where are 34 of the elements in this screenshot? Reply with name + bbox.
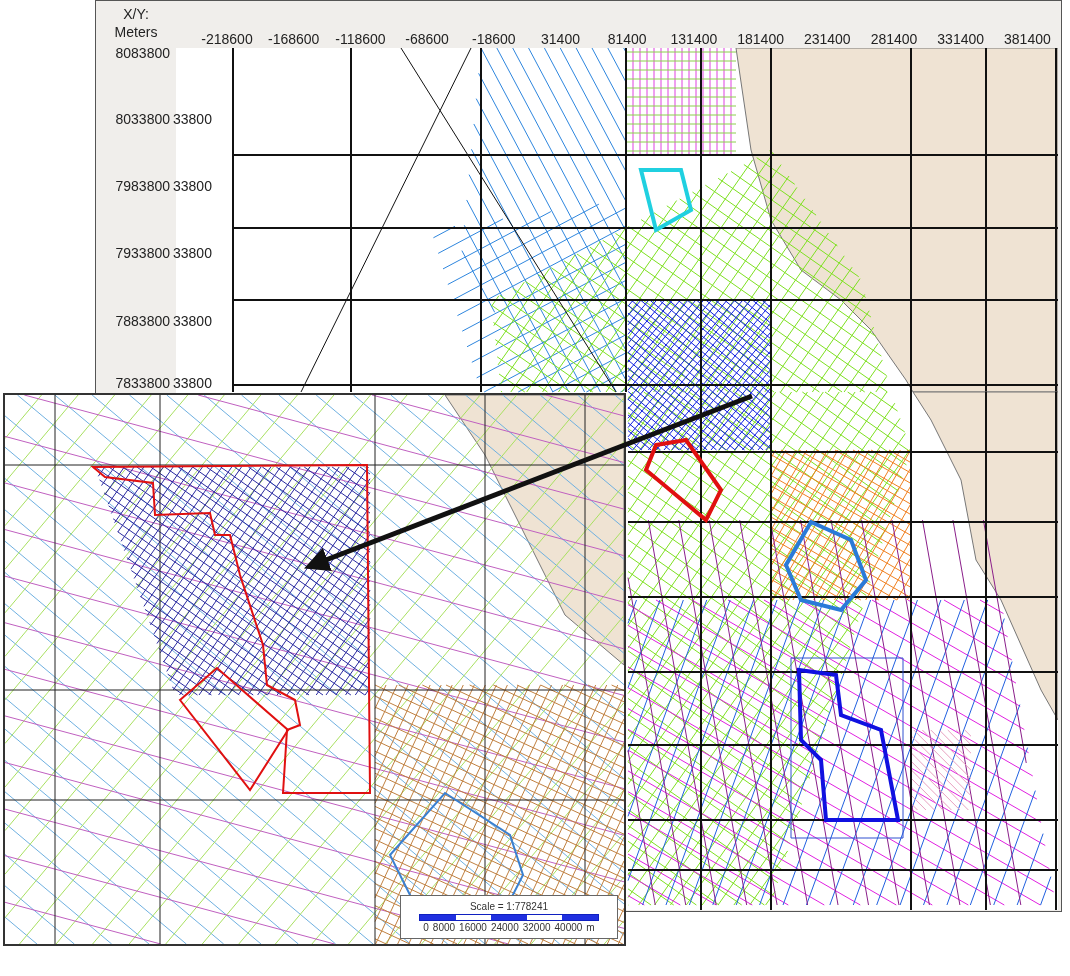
x-axis-label: 231400 [803,30,851,49]
scale-label: 40000 [554,921,583,934]
y-axis-label: 7883800 [115,313,170,329]
scale-label: 32000 [522,921,551,934]
scale-title: Scale = 1:778241 [469,900,549,913]
x-axis-label: -168600 [268,30,320,49]
scale-label: m [586,921,595,934]
x-axis-label: -118600 [335,30,386,49]
axis-label-overlap: 33800 [173,375,212,391]
x-axis-label: 31400 [541,30,580,49]
x-axis-label: 131400 [670,30,718,49]
axis-caption: Meters [114,23,158,41]
scale-label: 24000 [490,921,519,934]
axis-label-overlap: 33800 [173,245,212,261]
axis-label-overlap: 33800 [173,313,212,329]
scale-label: 8000 [432,921,456,934]
axis-caption: X/Y: [123,5,149,23]
scale-label: 0 [423,921,429,934]
x-axis-label: -218600 [201,30,253,49]
x-axis-label: 381400 [1004,30,1051,49]
y-axis-label: 8033800 [115,111,170,127]
y-axis-label: 7983800 [115,178,170,194]
axis-label-overlap: 33800 [173,111,212,127]
x-axis-label: 281400 [870,30,918,49]
axis-label-overlap: 33800 [173,178,212,194]
x-axis-label: -68600 [405,30,449,49]
scale-label: 16000 [459,921,487,934]
y-axis-label: 7933800 [115,245,170,261]
y-axis-label: 7833800 [115,375,170,391]
x-axis-label: 81400 [607,30,647,49]
x-axis-label: -18600 [472,30,516,49]
x-axis-label: 181400 [737,30,784,49]
y-axis-label: 8083800 [115,45,170,61]
x-axis-label: 331400 [937,30,985,49]
